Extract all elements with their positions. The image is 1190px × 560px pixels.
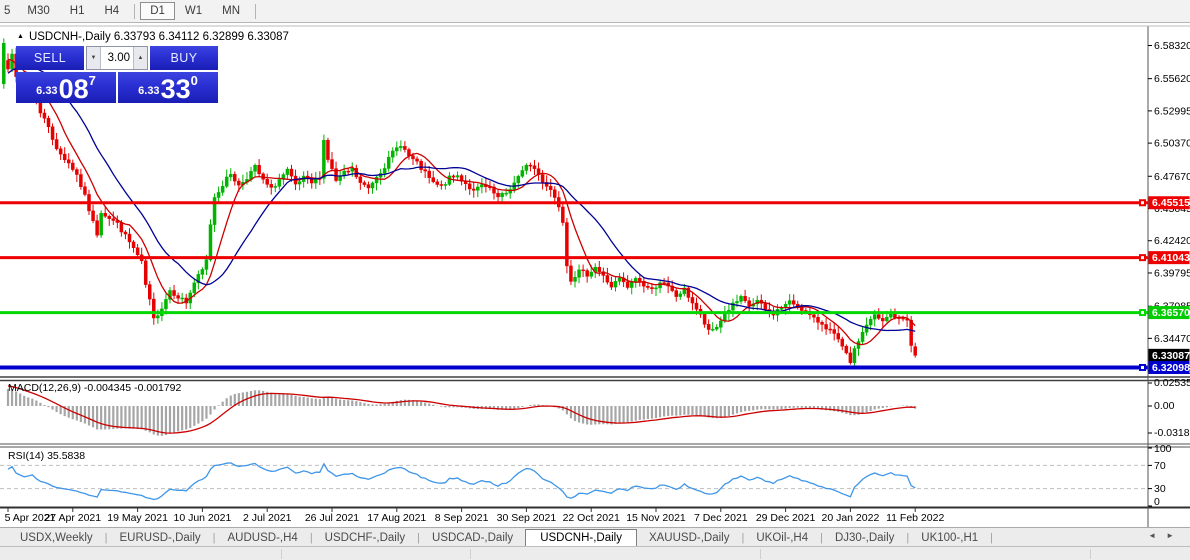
timeframe-m30-button[interactable]: M30 [17, 2, 59, 20]
status-separator [470, 549, 471, 559]
buy-price-pip: 0 [191, 73, 198, 88]
timeframe-d1-button[interactable]: D1 [140, 2, 175, 20]
tab-audusd-h4[interactable]: AUDUSD-,H4 [216, 530, 310, 546]
svg-text:RSI(14) 35.5838: RSI(14) 35.5838 [8, 450, 85, 462]
svg-text:MACD(12,26,9) -0.004345 -0.001: MACD(12,26,9) -0.004345 -0.001792 [8, 382, 182, 394]
tab-scroll-arrows: ◄► [1148, 531, 1184, 540]
timeframe-h4-button[interactable]: H4 [94, 2, 129, 20]
price-axis[interactable] [1148, 26, 1190, 526]
symbol-ohlc-text: USDCNH-,Daily 6.33793 6.34112 6.32899 6.… [29, 31, 289, 43]
tab-usdx-weekly[interactable]: USDX,Weekly [8, 530, 105, 546]
tab-strip: USDX,Weekly|EURUSD-,Daily|AUDUSD-,H4|USD… [0, 528, 993, 547]
volume-spinner: ▼ ▲ [86, 46, 148, 70]
sell-button[interactable]: SELL [16, 46, 84, 70]
tab-scroll-left-icon[interactable]: ◄ [1148, 531, 1166, 540]
tab-uk100-h1[interactable]: UK100-,H1 [909, 530, 990, 546]
toolbar-separator [134, 4, 135, 19]
tab-ukoil-h4[interactable]: UKOil-,H4 [744, 530, 820, 546]
collapse-arrow-icon[interactable]: ▲ [17, 33, 24, 40]
tab-dj30-daily[interactable]: DJ30-,Daily [823, 530, 906, 546]
timeframe-toolbar: 5 M30 H1 H4 D1 W1 MN [0, 0, 1190, 23]
toolbar-separator [255, 4, 256, 19]
timeframe-w1-button[interactable]: W1 [175, 2, 212, 20]
sell-price-pip: 7 [89, 73, 96, 88]
timeframe-m5-button[interactable]: 5 [0, 2, 17, 20]
macd-panel: MACD(12,26,9) -0.004345 -0.0017920.02535… [8, 377, 1190, 439]
one-click-trading-panel: SELL ▼ ▲ BUY 6.33 08 7 6.33 33 0 [16, 46, 218, 103]
tab-usdcnh-daily[interactable]: USDCNH-,Daily [525, 529, 637, 546]
tab-usdcad-daily[interactable]: USDCAD-,Daily [420, 530, 525, 546]
tab-usdchf-daily[interactable]: USDCHF-,Daily [313, 530, 418, 546]
tab-scroll-right-icon[interactable]: ► [1166, 531, 1184, 540]
status-separator [1090, 549, 1091, 559]
chart-symbol-header: ▲ USDCNH-,Daily 6.33793 6.34112 6.32899 6… [17, 31, 289, 43]
sell-price-display[interactable]: 6.33 08 7 [16, 72, 116, 103]
timeframe-h1-button[interactable]: H1 [60, 2, 95, 20]
buy-button[interactable]: BUY [150, 46, 218, 70]
volume-input[interactable] [101, 47, 133, 69]
buy-price-main: 33 [161, 78, 191, 100]
tab-xauusd-daily[interactable]: XAUUSD-,Daily [637, 530, 742, 546]
status-separator [760, 549, 761, 559]
status-bar [0, 546, 1190, 560]
buy-price-display[interactable]: 6.33 33 0 [118, 72, 218, 103]
volume-increase-button[interactable]: ▲ [133, 47, 147, 69]
tab-separator: | [990, 532, 993, 544]
chart-tab-bar: USDX,Weekly|EURUSD-,Daily|AUDUSD-,H4|USD… [0, 527, 1190, 547]
tab-eurusd-daily[interactable]: EURUSD-,Daily [108, 530, 213, 546]
mt4-window: 6.583206.556206.529956.503706.476706.450… [0, 0, 1190, 560]
volume-decrease-button[interactable]: ▼ [87, 47, 101, 69]
status-separator [281, 549, 282, 559]
buy-price-prefix: 6.33 [138, 85, 159, 97]
rsi-panel: RSI(14) 35.583810070300 [0, 443, 1172, 508]
timeframe-mn-button[interactable]: MN [212, 2, 250, 20]
sell-price-prefix: 6.33 [36, 85, 57, 97]
time-axis[interactable] [0, 508, 1148, 527]
sell-price-main: 08 [59, 78, 89, 100]
